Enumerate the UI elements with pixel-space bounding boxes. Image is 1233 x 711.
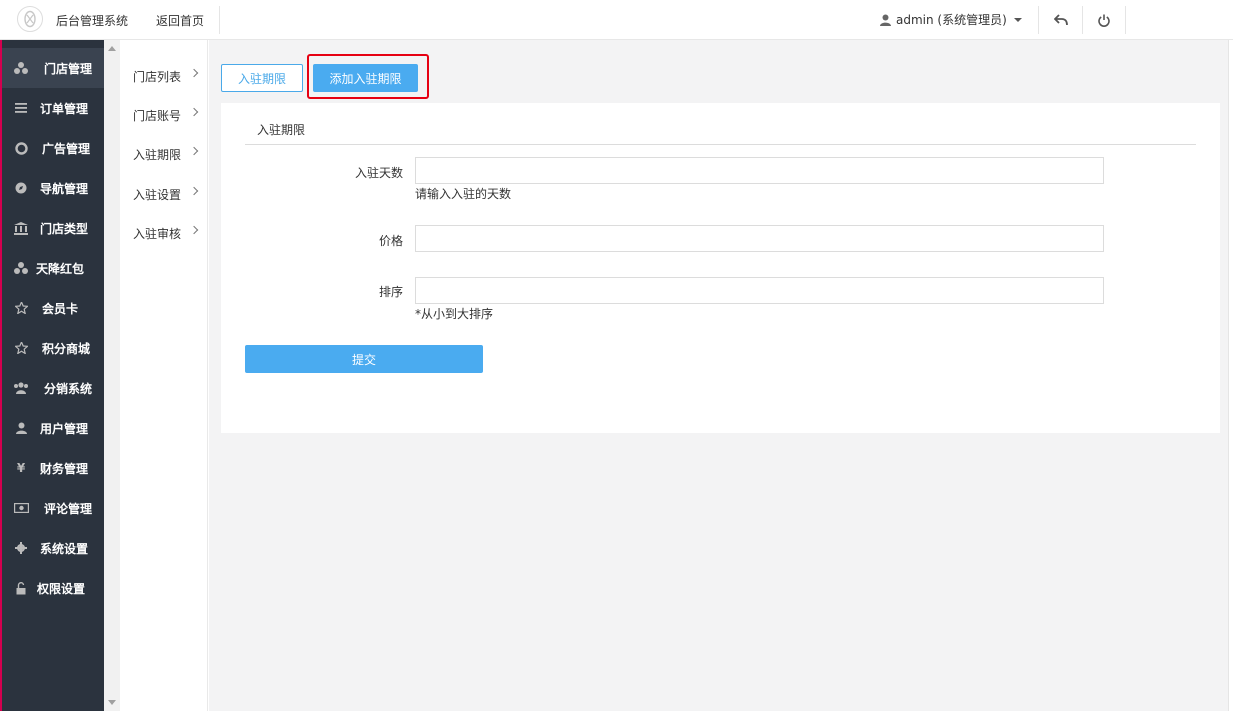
chevron-right-icon xyxy=(189,107,199,117)
sidebar-item-label: 天降红包 xyxy=(36,262,85,276)
subnav-item-label: 入驻期限 xyxy=(133,148,182,162)
lifebuoy-icon xyxy=(13,140,29,156)
chevron-down-icon xyxy=(1013,17,1022,22)
sidebar-item-label: 积分商城 xyxy=(42,342,91,356)
divider xyxy=(1125,6,1126,34)
user-icon xyxy=(13,420,29,436)
cubes-icon xyxy=(13,60,29,76)
reply-button[interactable] xyxy=(1050,9,1072,31)
star-half-icon xyxy=(13,300,29,316)
sidebar-item-label: 广告管理 xyxy=(42,142,91,156)
reply-icon xyxy=(1054,14,1068,26)
bank-icon xyxy=(13,220,29,236)
chevron-right-icon xyxy=(189,225,199,235)
top-bar: 后台管理系统 返回首页 admin (系统管理员) xyxy=(0,0,1233,40)
logo-icon xyxy=(24,10,36,28)
sidebar-scrollbar[interactable] xyxy=(104,40,120,711)
subnav-item-store-list[interactable]: 门店列表 xyxy=(133,68,199,85)
sort-help: *从小到大排序 xyxy=(415,307,494,321)
scroll-up-icon[interactable] xyxy=(108,46,116,51)
divider xyxy=(1082,6,1083,34)
subnav-item-settings[interactable]: 入驻设置 xyxy=(133,186,199,203)
sidebar-item-label: 评论管理 xyxy=(44,502,93,516)
money-icon xyxy=(13,500,29,516)
sidebar-item-label: 分销系统 xyxy=(44,382,93,396)
sort-label: 排序 xyxy=(378,285,403,299)
user-icon xyxy=(880,14,891,26)
sidebar-item-distribution[interactable]: 分销系统 xyxy=(2,368,104,408)
days-label: 入驻天数 xyxy=(354,166,403,180)
price-input[interactable] xyxy=(415,225,1104,252)
sidebar-item-label: 会员卡 xyxy=(42,302,79,316)
sub-nav: 门店列表 门店账号 入驻期限 入驻设置 入驻审核 xyxy=(120,40,208,711)
back-home-link[interactable]: 返回首页 xyxy=(156,12,204,29)
sidebar-item-label: 用户管理 xyxy=(40,422,89,436)
subnav-item-label: 入驻设置 xyxy=(133,188,182,202)
sidebar-item-label: 系统设置 xyxy=(40,542,89,556)
price-label: 价格 xyxy=(378,234,403,248)
sidebar-item-label: 权限设置 xyxy=(37,582,86,596)
list-icon xyxy=(13,100,29,116)
logo xyxy=(17,6,43,32)
subnav-item-label: 门店列表 xyxy=(133,70,182,84)
star-half-icon xyxy=(13,340,29,356)
chevron-right-icon xyxy=(189,68,199,78)
app-title: 后台管理系统 xyxy=(56,14,129,28)
cubes-icon xyxy=(13,260,29,276)
sidebar-item-member-card[interactable]: 会员卡 xyxy=(2,288,104,328)
user-menu[interactable]: admin (系统管理员) xyxy=(880,11,1022,28)
users-icon xyxy=(13,380,29,396)
sidebar-item-label: 导航管理 xyxy=(40,182,89,196)
subnav-item-term[interactable]: 入驻期限 xyxy=(133,146,199,163)
sidebar-item-red-packet[interactable]: 天降红包 xyxy=(2,248,104,288)
divider xyxy=(1038,6,1039,34)
sidebar-item-permissions[interactable]: 权限设置 xyxy=(2,568,104,608)
sidebar-item-ads[interactable]: 广告管理 xyxy=(2,128,104,168)
days-help: 请输入入驻的天数 xyxy=(415,187,512,201)
chevron-right-icon xyxy=(189,146,199,156)
sidebar-item-store[interactable]: 门店管理 xyxy=(2,48,104,88)
user-label: admin (系统管理员) xyxy=(896,13,1007,27)
compass-icon xyxy=(13,180,29,196)
sidebar-item-settings[interactable]: 系统设置 xyxy=(2,528,104,568)
chevron-right-icon xyxy=(189,186,199,196)
sidebar-item-label: 门店管理 xyxy=(44,62,93,76)
unlock-icon xyxy=(13,580,29,596)
divider xyxy=(245,144,1196,145)
form-panel xyxy=(221,103,1220,433)
sidebar-item-label: 财务管理 xyxy=(40,462,89,476)
subnav-item-review[interactable]: 入驻审核 xyxy=(133,225,199,242)
scroll-down-icon[interactable] xyxy=(108,700,116,705)
divider xyxy=(219,6,220,34)
subnav-item-label: 入驻审核 xyxy=(133,227,182,241)
panel-title: 入驻期限 xyxy=(257,123,306,137)
right-scrollbar[interactable] xyxy=(1228,40,1233,711)
sidebar-item-nav[interactable]: 导航管理 xyxy=(2,168,104,208)
days-input[interactable] xyxy=(415,157,1104,184)
power-icon xyxy=(1098,14,1110,27)
sidebar-item-users[interactable]: 用户管理 xyxy=(2,408,104,448)
sidebar-item-finance[interactable]: ¥ 财务管理 xyxy=(2,448,104,488)
subnav-item-label: 门店账号 xyxy=(133,109,182,123)
logout-button[interactable] xyxy=(1093,9,1115,31)
subnav-item-store-account[interactable]: 门店账号 xyxy=(133,107,199,124)
sidebar-item-orders[interactable]: 订单管理 xyxy=(2,88,104,128)
sidebar: 门店管理 订单管理 广告管理 导航管理 门店类型 天降红包 会员卡 积分商城 分… xyxy=(0,40,104,711)
add-term-button[interactable]: 添加入驻期限 xyxy=(313,64,418,92)
yen-icon: ¥ xyxy=(16,461,26,475)
sidebar-item-points-mall[interactable]: 积分商城 xyxy=(2,328,104,368)
sort-input[interactable] xyxy=(415,277,1104,304)
tab-term-list[interactable]: 入驻期限 xyxy=(221,64,303,92)
gear-icon xyxy=(13,540,29,556)
sidebar-item-label: 门店类型 xyxy=(40,222,89,236)
sidebar-item-store-type[interactable]: 门店类型 xyxy=(2,208,104,248)
sidebar-item-label: 订单管理 xyxy=(40,102,89,116)
submit-button[interactable]: 提交 xyxy=(245,345,483,373)
sidebar-item-comments[interactable]: 评论管理 xyxy=(2,488,104,528)
